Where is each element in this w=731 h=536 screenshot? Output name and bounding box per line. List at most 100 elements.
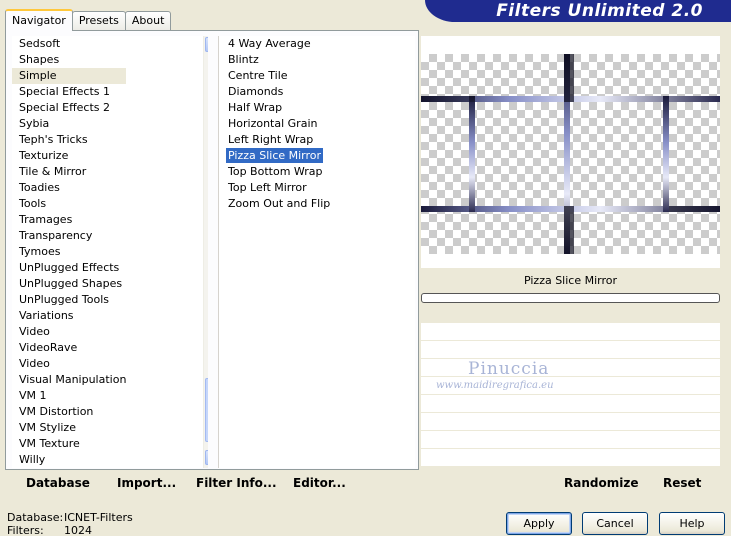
- reset-button[interactable]: Reset: [663, 476, 701, 490]
- right-toolbar: Randomize Reset: [421, 470, 720, 496]
- filter-item[interactable]: Centre Tile: [219, 68, 330, 84]
- filter-item-label: 4 Way Average: [228, 37, 311, 50]
- category-item[interactable]: Toadies: [12, 180, 126, 196]
- parameter-area: [421, 323, 720, 466]
- category-item[interactable]: Tymoes: [12, 244, 126, 260]
- category-item-label: Tile & Mirror: [19, 165, 87, 178]
- filter-item[interactable]: Diamonds: [219, 84, 330, 100]
- category-item[interactable]: VideoRave: [12, 340, 126, 356]
- param-row: [421, 323, 720, 341]
- category-item-label: Visual Manipulation: [19, 373, 127, 386]
- category-item-label: Texturize: [19, 149, 69, 162]
- database-info: Database:ICNET-Filters Filters: 1024: [7, 511, 133, 536]
- category-item-label: Willy: [19, 453, 46, 466]
- filter-item[interactable]: 4 Way Average: [219, 36, 330, 52]
- filter-item[interactable]: Left Right Wrap: [219, 132, 330, 148]
- filter-list[interactable]: 4 Way Average Blintz Centre Tile Diamonds Ha…: [218, 36, 415, 468]
- editor-button[interactable]: Editor...: [293, 476, 346, 490]
- category-item-label: Toadies: [19, 181, 60, 194]
- param-row: [421, 431, 720, 449]
- category-item-label: Shapes: [19, 53, 60, 66]
- category-item[interactable]: Sedsoft: [12, 36, 126, 52]
- current-filter-name: Pizza Slice Mirror: [523, 274, 618, 287]
- tab-about[interactable]: About: [124, 11, 172, 31]
- category-item-label: VM Texture: [19, 437, 80, 450]
- import-button[interactable]: Import...: [117, 476, 176, 490]
- category-item[interactable]: Shapes: [12, 52, 126, 68]
- category-item-label: VideoRave: [19, 341, 78, 354]
- watermark-url: www.maidiregrafica.eu: [436, 380, 554, 391]
- category-item-label: Tymoes: [19, 245, 61, 258]
- category-item-label: VM Stylize: [19, 421, 76, 434]
- database-value: ICNET-Filters: [64, 511, 133, 524]
- category-item[interactable]: Texturize: [12, 148, 126, 164]
- filter-item-label: Pizza Slice Mirror: [226, 148, 324, 163]
- category-item-label: Teph's Tricks: [19, 133, 88, 146]
- filter-item[interactable]: Top Left Mirror: [219, 180, 330, 196]
- category-item-label: Video: [19, 357, 50, 370]
- filter-item[interactable]: Blintz: [219, 52, 330, 68]
- watermark-name: Pinuccia: [468, 359, 550, 379]
- filter-info-button[interactable]: Filter Info...: [196, 476, 277, 490]
- param-row: [421, 359, 720, 377]
- category-item[interactable]: Teph's Tricks: [12, 132, 126, 148]
- category-item[interactable]: Video: [12, 324, 126, 340]
- left-toolbar: Database Import... Filter Info... Editor…: [12, 470, 415, 496]
- category-item-label: Simple: [19, 69, 57, 82]
- preview-image[interactable]: [421, 54, 720, 254]
- filter-item[interactable]: Horizontal Grain: [219, 116, 330, 132]
- category-item-label: Variations: [19, 309, 74, 322]
- filter-item-label: Blintz: [228, 53, 259, 66]
- category-item[interactable]: Transparency: [12, 228, 126, 244]
- database-button[interactable]: Database: [26, 476, 90, 490]
- app-banner: Filters Unlimited 2.0: [425, 0, 731, 22]
- category-item-label: UnPlugged Effects: [19, 261, 120, 274]
- category-item[interactable]: Special Effects 1: [12, 84, 126, 100]
- category-item[interactable]: Visual Manipulation: [12, 372, 126, 388]
- category-item-label: Video: [19, 325, 50, 338]
- filter-item-label: Top Bottom Wrap: [228, 165, 323, 178]
- filter-item[interactable]: Half Wrap: [219, 100, 330, 116]
- filter-item[interactable]: Top Bottom Wrap: [219, 164, 330, 180]
- category-scrollbar[interactable]: ▲ ▼: [203, 36, 208, 468]
- category-item[interactable]: UnPlugged Tools: [12, 292, 126, 308]
- category-item[interactable]: Special Effects 2: [12, 100, 126, 116]
- category-item[interactable]: Variations: [12, 308, 126, 324]
- tab-presets[interactable]: Presets: [71, 11, 126, 31]
- category-item[interactable]: VM Stylize: [12, 420, 126, 436]
- category-item[interactable]: Tile & Mirror: [12, 164, 126, 180]
- database-label: Database:: [7, 511, 64, 524]
- help-button[interactable]: Help: [659, 512, 725, 535]
- filter-item-label: Zoom Out and Flip: [228, 197, 331, 210]
- category-item-label: Sedsoft: [19, 37, 61, 50]
- preview-frame: [421, 36, 720, 268]
- category-item-label: UnPlugged Shapes: [19, 277, 123, 290]
- category-item[interactable]: VM Distortion: [12, 404, 126, 420]
- filter-item-label: Top Left Mirror: [228, 181, 307, 194]
- category-item[interactable]: Tramages: [12, 212, 126, 228]
- preview-effect: [421, 54, 720, 254]
- scroll-thumb[interactable]: [205, 378, 208, 442]
- scroll-up-button[interactable]: ▲: [205, 37, 208, 52]
- category-item[interactable]: Sybia: [12, 116, 126, 132]
- tab-bar: Navigator Presets About: [5, 9, 172, 31]
- filter-item[interactable]: Zoom Out and Flip: [219, 196, 330, 212]
- apply-button[interactable]: Apply: [506, 512, 572, 535]
- category-item[interactable]: Simple: [12, 68, 127, 84]
- category-list[interactable]: Sedsoft Shapes Simple Special Effects 1 Spec…: [12, 36, 208, 468]
- scroll-down-button[interactable]: ▼: [205, 450, 208, 465]
- param-row: [421, 395, 720, 413]
- category-item[interactable]: UnPlugged Effects: [12, 260, 126, 276]
- progress-bar: [421, 293, 720, 303]
- category-item[interactable]: Tools: [12, 196, 126, 212]
- category-item-label: Special Effects 1: [19, 85, 111, 98]
- cancel-button[interactable]: Cancel: [582, 512, 648, 535]
- category-item[interactable]: Willy: [12, 452, 126, 468]
- category-item[interactable]: VM 1: [12, 388, 126, 404]
- tab-navigator[interactable]: Navigator: [5, 9, 73, 31]
- filter-item[interactable]: Pizza Slice Mirror: [219, 148, 330, 164]
- category-item[interactable]: Video: [12, 356, 126, 372]
- randomize-button[interactable]: Randomize: [564, 476, 638, 490]
- category-item[interactable]: UnPlugged Shapes: [12, 276, 126, 292]
- category-item[interactable]: VM Texture: [12, 436, 126, 452]
